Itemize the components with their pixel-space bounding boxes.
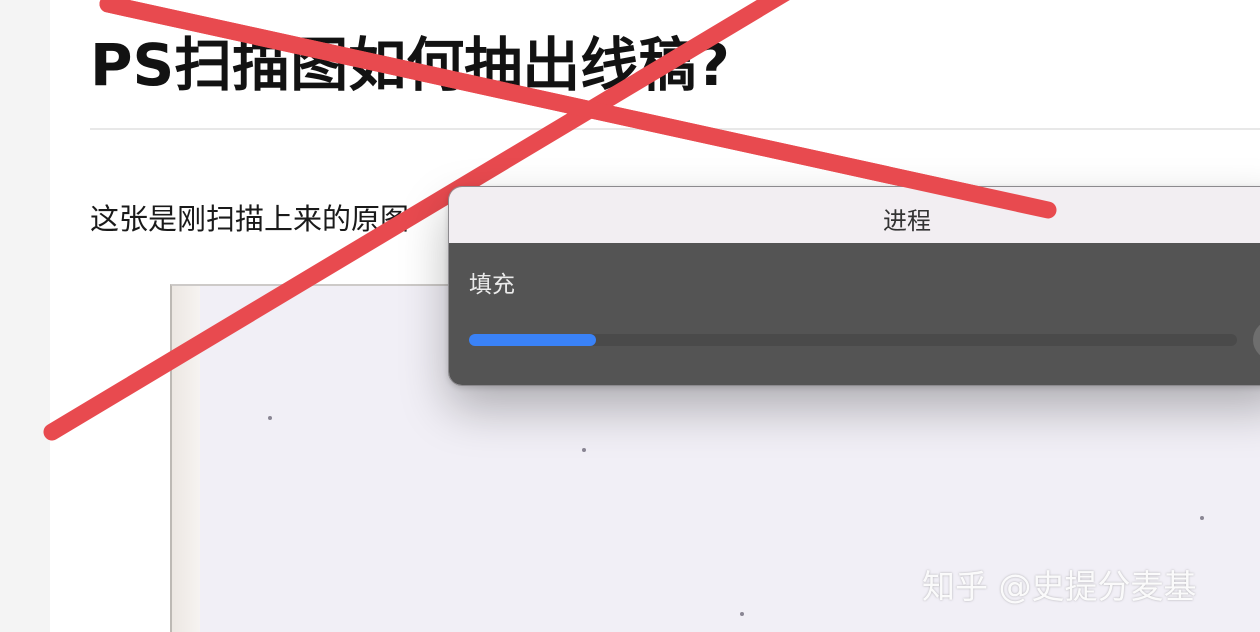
- scan-paper-edge: [172, 286, 200, 632]
- cancel-button[interactable]: [1253, 320, 1260, 360]
- watermark: 知乎 @史提分麦基: [922, 567, 1197, 606]
- scan-speck: [268, 416, 272, 420]
- progress-bar: [469, 334, 1237, 346]
- scan-speck: [582, 448, 586, 452]
- scan-speck: [1200, 516, 1204, 520]
- dialog-body: 填充: [449, 243, 1260, 385]
- dialog-title: 进程: [883, 207, 931, 235]
- left-gutter: [0, 0, 50, 632]
- scan-speck: [740, 612, 744, 616]
- progress-dialog: 进程 填充: [448, 186, 1260, 386]
- title-divider: [90, 128, 1260, 130]
- task-label: 填充: [469, 272, 515, 298]
- article-title: PS扫描图如何抽出线稿?: [90, 31, 730, 99]
- dialog-titlebar[interactable]: 进程: [449, 187, 1260, 244]
- article-paragraph: 这张是刚扫描上来的原图: [90, 202, 410, 236]
- progress-fill: [469, 334, 596, 346]
